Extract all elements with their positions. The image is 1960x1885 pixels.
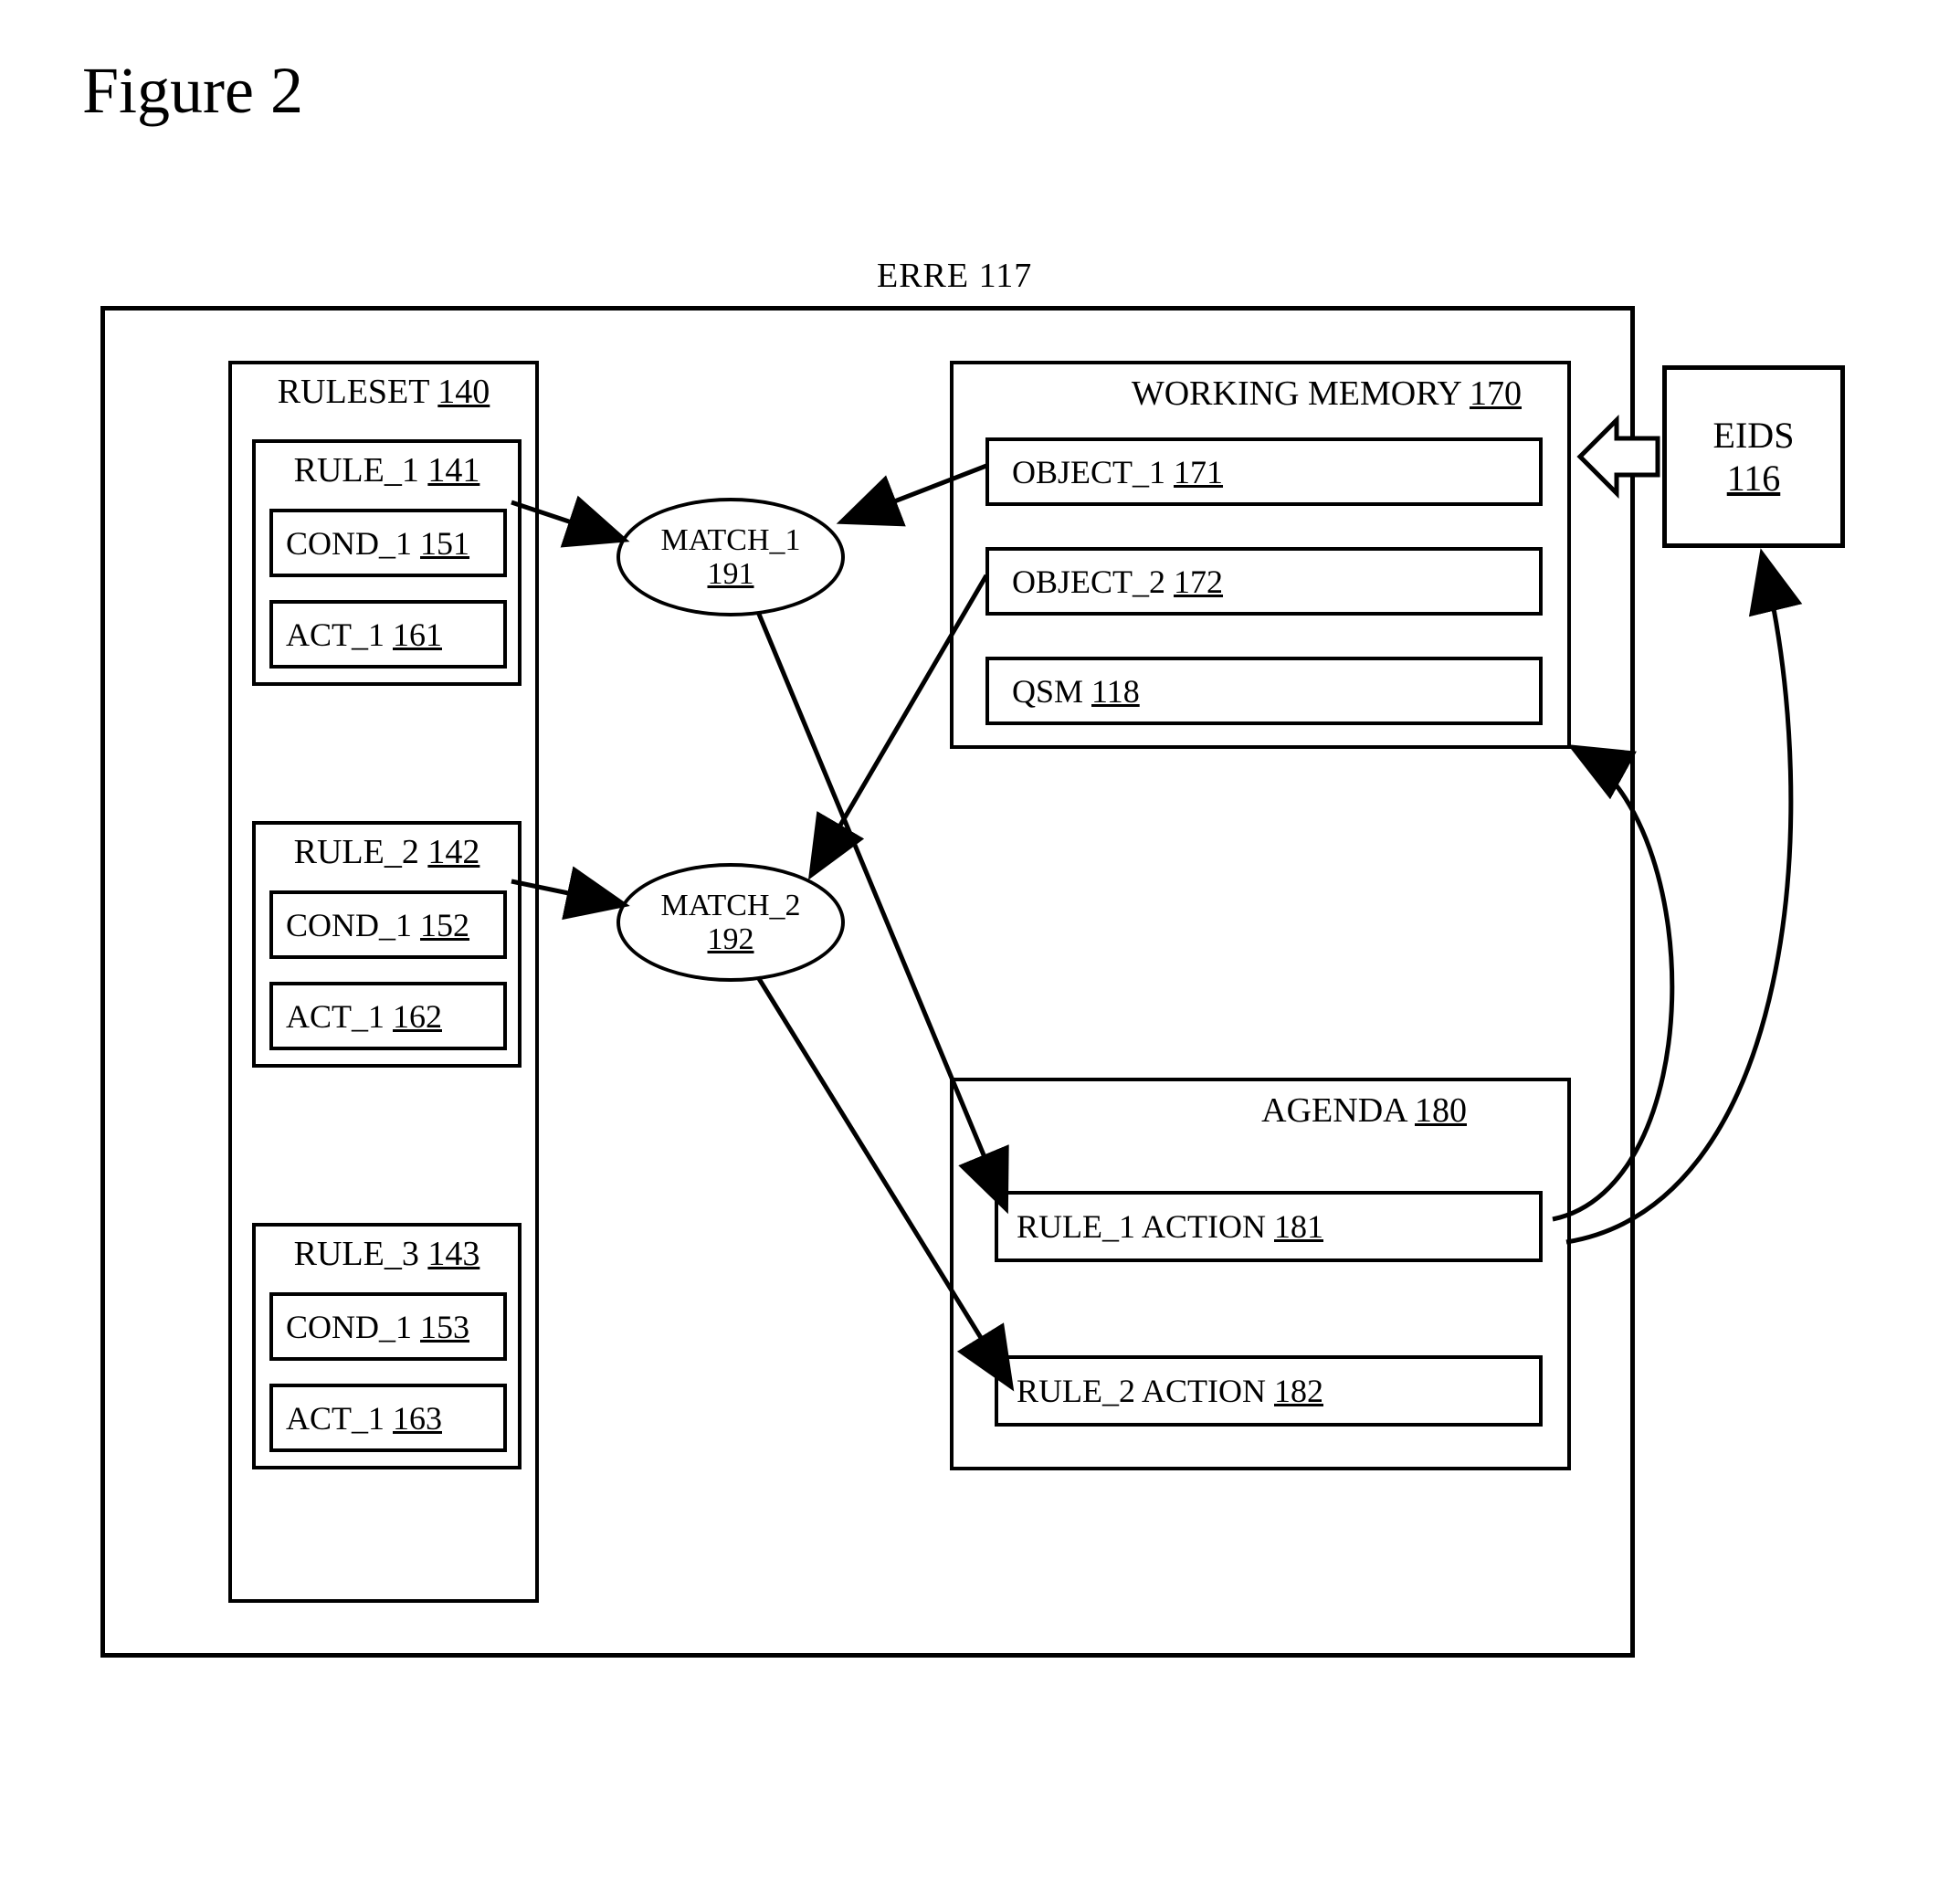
rule-1-act-text: ACT_1 (286, 616, 385, 654)
rule-3-title-text: RULE_3 (294, 1235, 419, 1273)
rule-1-title-ref: 141 (427, 451, 479, 490)
agenda-title-text: AGENDA (1261, 1091, 1406, 1130)
wm-object-2: OBJECT_2 172 (985, 547, 1543, 616)
agenda-box: AGENDA 180 RULE_1 ACTION 181 RULE_2 ACTI… (950, 1078, 1571, 1470)
rule-3-title: RULE_3 143 (256, 1234, 518, 1274)
wm-obj2-text: OBJECT_2 (1012, 563, 1165, 601)
rule-1-title: RULE_1 141 (256, 450, 518, 490)
rule-3-cond-text: COND_1 (286, 1308, 412, 1346)
agenda-rule2-action: RULE_2 ACTION 182 (995, 1355, 1543, 1427)
wm-obj1-text: OBJECT_1 (1012, 453, 1165, 491)
eids-box: EIDS 116 (1662, 365, 1845, 548)
match-1-ref: 191 (708, 557, 754, 591)
rule-3-act-text: ACT_1 (286, 1399, 385, 1437)
ruleset-title: RULESET 140 (232, 372, 535, 412)
figure-title: Figure 2 (82, 53, 303, 129)
rule-2-act-text: ACT_1 (286, 997, 385, 1036)
rule-2-act: ACT_1 162 (269, 982, 507, 1050)
rule-2-cond: COND_1 152 (269, 890, 507, 959)
ruleset-box: RULESET 140 RULE_1 141 COND_1 151 ACT_1 … (228, 361, 539, 1603)
rule-2-cond-text: COND_1 (286, 906, 412, 944)
erre-label: ERRE 117 (877, 256, 1032, 296)
erre-container: RULESET 140 RULE_1 141 COND_1 151 ACT_1 … (100, 306, 1635, 1658)
wm-object-1: OBJECT_1 171 (985, 437, 1543, 506)
rule-3-cond-ref: 153 (420, 1308, 469, 1346)
rule-1-cond: COND_1 151 (269, 509, 507, 577)
agenda-item1-text: RULE_1 ACTION (1017, 1207, 1266, 1246)
rule-1-cond-ref: 151 (420, 524, 469, 563)
agenda-title-ref: 180 (1415, 1091, 1467, 1130)
wm-title-text: WORKING MEMORY (1132, 374, 1461, 413)
rule-1-box: RULE_1 141 COND_1 151 ACT_1 161 (252, 439, 522, 686)
rule-2-title-ref: 142 (427, 833, 479, 871)
rule-1-title-text: RULE_1 (294, 451, 419, 490)
rule-2-box: RULE_2 142 COND_1 152 ACT_1 162 (252, 821, 522, 1068)
agenda-item2-text: RULE_2 ACTION (1017, 1372, 1266, 1410)
rule-1-cond-text: COND_1 (286, 524, 412, 563)
ruleset-title-ref: 140 (437, 373, 490, 411)
rule-3-act: ACT_1 163 (269, 1384, 507, 1452)
agenda-rule1-action: RULE_1 ACTION 181 (995, 1191, 1543, 1262)
wm-qsm-ref: 118 (1091, 672, 1140, 711)
rule-3-box: RULE_3 143 COND_1 153 ACT_1 163 (252, 1223, 522, 1469)
wm-qsm-text: QSM (1012, 672, 1083, 711)
match-2-text: MATCH_2 (660, 889, 800, 922)
rule-3-title-ref: 143 (427, 1235, 479, 1273)
rule-2-cond-ref: 152 (420, 906, 469, 944)
rule-3-cond: COND_1 153 (269, 1292, 507, 1361)
wm-obj1-ref: 171 (1174, 453, 1223, 491)
wm-title-ref: 170 (1470, 374, 1522, 413)
match-1-text: MATCH_1 (660, 523, 800, 557)
wm-obj2-ref: 172 (1174, 563, 1223, 601)
match-2-ellipse: MATCH_2 192 (616, 863, 845, 982)
rule-2-title: RULE_2 142 (256, 832, 518, 872)
rule-3-act-ref: 163 (393, 1399, 442, 1437)
working-memory-box: WORKING MEMORY 170 OBJECT_1 171 OBJECT_2… (950, 361, 1571, 749)
match-2-ref: 192 (708, 922, 754, 956)
rule-1-act: ACT_1 161 (269, 600, 507, 669)
eids-text: EIDS (1713, 414, 1795, 457)
rule-2-title-text: RULE_2 (294, 833, 419, 871)
working-memory-title: WORKING MEMORY 170 (954, 374, 1522, 414)
rule-1-act-ref: 161 (393, 616, 442, 654)
agenda-item1-ref: 181 (1274, 1207, 1323, 1246)
match-1-ellipse: MATCH_1 191 (616, 498, 845, 616)
agenda-title: AGENDA 180 (954, 1090, 1467, 1131)
agenda-item2-ref: 182 (1274, 1372, 1323, 1410)
rule-2-act-ref: 162 (393, 997, 442, 1036)
wm-qsm: QSM 118 (985, 657, 1543, 725)
eids-ref: 116 (1727, 457, 1781, 500)
ruleset-title-text: RULESET (278, 373, 429, 411)
